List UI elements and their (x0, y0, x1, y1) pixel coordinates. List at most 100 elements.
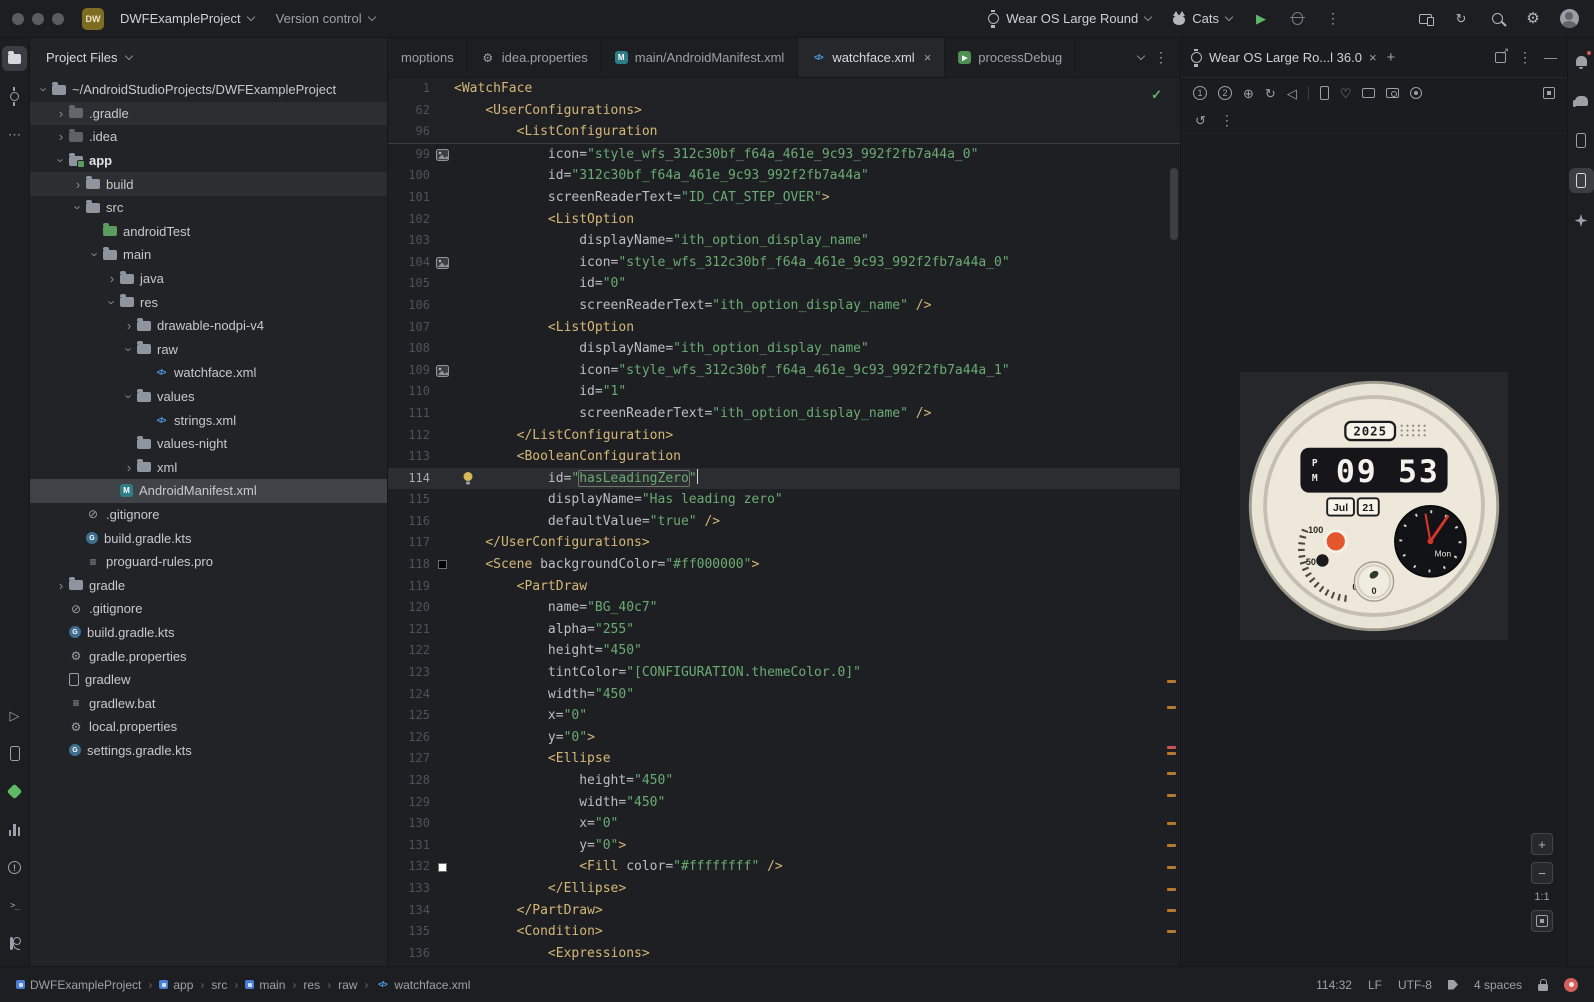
chevron-collapsed-icon[interactable]: › (53, 106, 69, 121)
code-line[interactable]: 124 width="450" (388, 684, 1180, 706)
more-tool-windows-button[interactable]: ⋯ (2, 122, 27, 147)
line-number[interactable]: 96 (388, 121, 430, 143)
line-separator-widget[interactable]: LF (1368, 978, 1382, 992)
line-number[interactable]: 103 (388, 230, 430, 252)
line-number[interactable]: 129 (388, 792, 430, 814)
code-line[interactable]: 118 <Scene backgroundColor="#ff000000"> (388, 554, 1180, 576)
line-number[interactable]: 133 (388, 878, 430, 900)
line-number[interactable]: 119 (388, 576, 430, 598)
code-line[interactable]: 102 <ListOption (388, 209, 1180, 231)
code-line[interactable]: 111 screenReaderText="ith_option_display… (388, 403, 1180, 425)
running-devices-tool-button[interactable] (2, 741, 27, 766)
tree-item[interactable]: androidTest (30, 220, 387, 244)
tree-item[interactable]: values-night (30, 432, 387, 456)
device-panel-options-icon[interactable]: ⋮ (1518, 49, 1532, 66)
code-line[interactable]: 126 y="0"> (388, 727, 1180, 749)
code-line[interactable]: 109 icon="style_wfs_312c30bf_f64a_461e_9… (388, 360, 1180, 382)
code-line[interactable]: 105 id="0" (388, 273, 1180, 295)
code-line[interactable]: 100 id="312c30bf_f64a_461e_9c93_992f2fb7… (388, 165, 1180, 187)
line-number[interactable]: 113 (388, 446, 430, 468)
more-run-actions-button[interactable]: ⋮ (1320, 6, 1346, 32)
chevron-expanded-icon[interactable]: › (37, 82, 52, 98)
open-in-window-icon[interactable] (1495, 46, 1509, 63)
close-tab-icon[interactable]: × (924, 50, 932, 65)
editor-tab[interactable]: moptions (388, 38, 468, 77)
tree-item[interactable]: </> watchface.xml (30, 361, 387, 385)
line-number[interactable]: 115 (388, 489, 430, 511)
analysis-mark[interactable] (1167, 888, 1176, 891)
code-line[interactable]: 123 tintColor="[CONFIGURATION.themeColor… (388, 662, 1180, 684)
line-number[interactable]: 104 (388, 252, 430, 274)
terminal-tool-button[interactable]: >_ (2, 893, 27, 918)
code-line[interactable]: 125 x="0" (388, 705, 1180, 727)
breadcrumb-item[interactable]: </> watchface.xml (375, 978, 470, 992)
tree-item[interactable]: › build (30, 172, 387, 196)
line-number[interactable]: 131 (388, 835, 430, 857)
code-line[interactable]: 129 width="450" (388, 792, 1180, 814)
line-number[interactable]: 135 (388, 921, 430, 943)
code-line[interactable]: 101 screenReaderText="ID_CAT_STEP_OVER"> (388, 187, 1180, 209)
tree-item[interactable]: </> strings.xml (30, 408, 387, 432)
tree-item[interactable]: › res (30, 290, 387, 314)
tree-item[interactable]: › app (30, 149, 387, 173)
display-mode-icon[interactable] (1543, 87, 1555, 99)
line-number[interactable]: 128 (388, 770, 430, 792)
tree-item[interactable]: › raw (30, 338, 387, 362)
line-number[interactable]: 130 (388, 813, 430, 835)
lock-icon[interactable] (1538, 978, 1548, 991)
code-line[interactable]: 103 displayName="ith_option_display_name… (388, 230, 1180, 252)
back-icon[interactable]: ◁ (1287, 87, 1297, 100)
analysis-mark[interactable] (1167, 752, 1176, 755)
chevron-expanded-icon[interactable]: › (88, 247, 103, 263)
code-line[interactable]: 110 id="1" (388, 381, 1180, 403)
problems-tool-button[interactable]: ! (2, 855, 27, 880)
editor-tab[interactable]: ▶ processDebug (945, 38, 1077, 77)
fit-screen-button[interactable] (1531, 910, 1553, 932)
code-line[interactable]: 122 height="450" (388, 640, 1180, 662)
window-controls[interactable] (12, 12, 64, 25)
chevron-expanded-icon[interactable]: › (71, 200, 86, 216)
line-number[interactable]: 100 (388, 165, 430, 187)
line-number[interactable]: 124 (388, 684, 430, 706)
analysis-mark[interactable] (1167, 909, 1176, 912)
notifications-button[interactable] (1569, 48, 1594, 73)
project-tool-button[interactable] (2, 46, 27, 71)
code-line[interactable]: 135 <Condition> (388, 921, 1180, 943)
line-number[interactable]: 101 (388, 187, 430, 209)
line-number[interactable]: 108 (388, 338, 430, 360)
code-line[interactable]: 136 <Expressions> (388, 943, 1180, 965)
line-number[interactable]: 127 (388, 748, 430, 770)
device-tab[interactable]: Wear OS Large Ro...l 36.0 × (1191, 48, 1377, 67)
line-number[interactable]: 121 (388, 619, 430, 641)
line-number[interactable]: 120 (388, 597, 430, 619)
heart-icon[interactable]: ♡ (1340, 87, 1352, 100)
breadcrumb-item[interactable]: res (303, 978, 320, 992)
sticky-line[interactable]: 1 <WatchFace (388, 78, 1180, 100)
caret-position-widget[interactable]: 114:32 (1316, 978, 1352, 992)
lightbulb-icon[interactable] (462, 471, 474, 485)
zoom-out-button[interactable]: − (1531, 862, 1553, 884)
line-number[interactable]: 122 (388, 640, 430, 662)
editor-tab[interactable]: Mmain/AndroidManifest.xml (602, 38, 799, 77)
tree-item[interactable]: ≡ proguard-rules.pro (30, 550, 387, 574)
line-number[interactable]: 106 (388, 295, 430, 317)
camera-icon[interactable] (1386, 88, 1400, 98)
chevron-collapsed-icon[interactable]: › (121, 318, 137, 333)
code-line[interactable]: 107 <ListOption (388, 317, 1180, 339)
code-line[interactable]: 120 name="BG_40c7" (388, 597, 1180, 619)
tab-list-chevron-icon[interactable] (1136, 51, 1146, 61)
breadcrumb-item[interactable]: raw (338, 978, 357, 992)
close-window-icon[interactable] (12, 12, 24, 25)
code-line[interactable]: 104 icon="style_wfs_312c30bf_f64a_461e_9… (388, 252, 1180, 274)
sync-project-button[interactable]: ↻ (1448, 6, 1474, 32)
gemini-tool-button[interactable] (1569, 208, 1594, 233)
version-control-tool-button[interactable] (2, 931, 27, 956)
code-line[interactable]: 134 </PartDraw> (388, 900, 1180, 922)
gradle-tool-button[interactable] (1569, 88, 1594, 113)
sticky-line[interactable]: 62 <UserConfigurations> (388, 100, 1180, 122)
reset-view-icon[interactable]: ↺ (1195, 114, 1206, 127)
code-line[interactable]: 127 <Ellipse (388, 748, 1180, 770)
line-number[interactable]: 132 (388, 856, 430, 878)
line-number[interactable]: 107 (388, 317, 430, 339)
highlighting-level-icon[interactable] (1447, 979, 1458, 990)
